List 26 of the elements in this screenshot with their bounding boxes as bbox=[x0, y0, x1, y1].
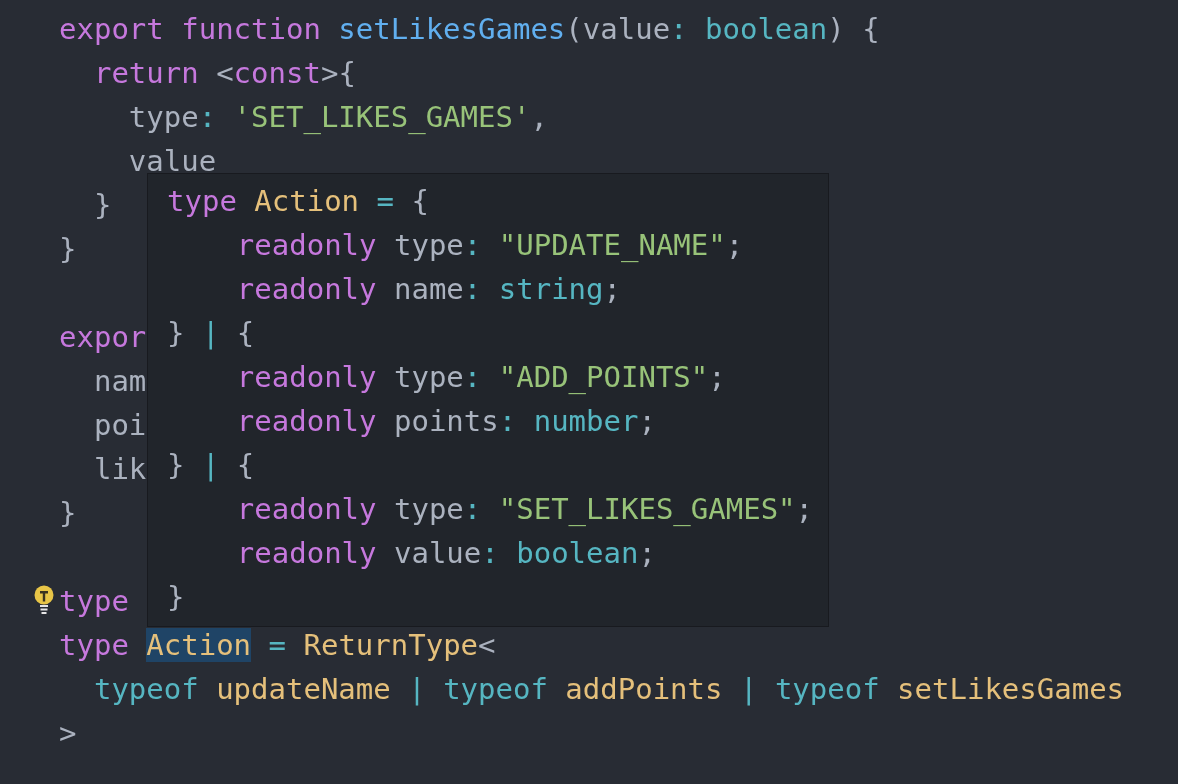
lightbulb-icon[interactable] bbox=[33, 585, 55, 615]
code-line: } | { bbox=[167, 447, 255, 484]
code-line: > bbox=[59, 715, 77, 752]
code-line: return <const>{ bbox=[92, 55, 356, 92]
code-line: expor bbox=[59, 319, 147, 356]
code-line: } bbox=[59, 231, 77, 268]
code-line: type Action = ReturnType< bbox=[59, 627, 496, 664]
code-line: readonly points: number; bbox=[235, 403, 656, 440]
code-line: type bbox=[59, 583, 129, 620]
code-line: value bbox=[127, 143, 217, 180]
code-line: } bbox=[167, 579, 185, 616]
code-line: readonly type: "SET_LIKES_GAMES"; bbox=[235, 491, 814, 528]
code-line: } | { bbox=[167, 315, 255, 352]
code-line: typeof updateName | typeof addPoints | typeof setLikesGames bbox=[92, 671, 1125, 708]
code-line: readonly value: boolean; bbox=[235, 535, 656, 572]
code-line: type Action = { bbox=[167, 183, 429, 220]
code-line: nam bbox=[92, 363, 147, 400]
code-line: type: 'SET_LIKES_GAMES', bbox=[127, 99, 548, 136]
code-line: lik bbox=[92, 451, 147, 488]
code-line: readonly type: "ADD_POINTS"; bbox=[235, 359, 726, 396]
code-line: readonly type: "UPDATE_NAME"; bbox=[235, 227, 744, 264]
code-line: } bbox=[59, 495, 77, 532]
code-line: export function setLikesGames(value: boolean) { bbox=[59, 11, 880, 48]
code-line: readonly name: string; bbox=[235, 271, 621, 308]
code-line: poi bbox=[92, 407, 147, 444]
code-line: } bbox=[92, 187, 112, 224]
